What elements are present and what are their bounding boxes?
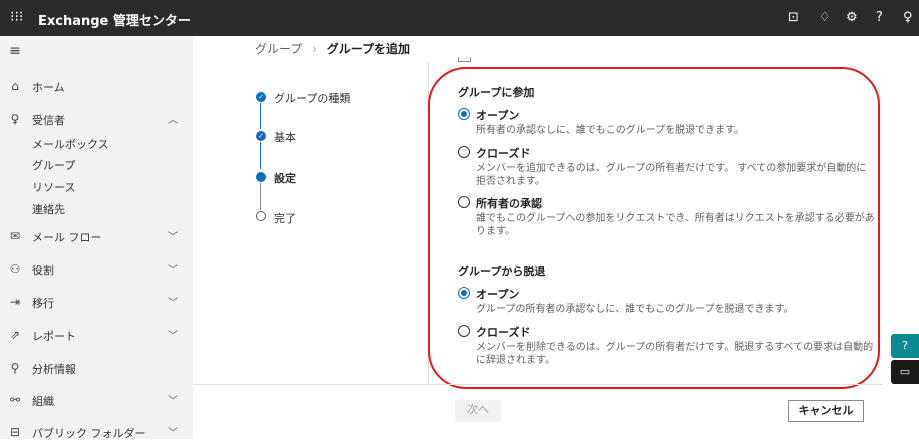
sidebar: ≡ ⌂ ホーム ♀ 受信者 ︿ メールボックス グループ リソース 連絡先 ✉ … [0, 36, 193, 440]
top-bar: ⁝⁝⁝ Exchange 管理センター ⊡ ♢ ⚙ ? ♀ [0, 0, 919, 36]
partial-checkbox[interactable] [458, 57, 471, 62]
sidebar-item-organization[interactable]: ⚯ 組織 ﹀ [0, 386, 193, 414]
settings-icon[interactable]: ⚙ [846, 10, 858, 25]
step-connector [260, 142, 261, 169]
migration-icon: ⇥ [9, 295, 21, 309]
sidebar-subitem-contacts[interactable]: 連絡先 [32, 201, 65, 217]
screen-icon[interactable]: ⊡ [788, 10, 799, 25]
help-icon[interactable]: ? [876, 10, 883, 25]
sidebar-item-label: メール フロー [32, 231, 102, 244]
chevron-down-icon: ﹀ [168, 428, 178, 439]
annotation-highlight [428, 67, 880, 389]
step-label-group-type[interactable]: グループの種類 [274, 90, 350, 106]
next-button[interactable]: 次へ [455, 400, 501, 422]
person-icon: ♀ [10, 112, 20, 126]
hamburger-icon[interactable]: ≡ [8, 43, 22, 59]
help-fab[interactable]: ? [891, 334, 919, 358]
step-current-icon [256, 172, 266, 182]
breadcrumb: グループ › グループを追加 [255, 40, 410, 57]
sidebar-item-label: 受信者 [32, 114, 65, 127]
feedback-fab[interactable]: ▭ [891, 360, 919, 384]
chevron-down-icon: ﹀ [168, 396, 178, 407]
breadcrumb-current: グループを追加 [326, 42, 411, 56]
lightbulb-icon: ⚲ [10, 361, 20, 375]
sidebar-item-reports[interactable]: ⇗ レポート ﹀ [0, 321, 193, 349]
organization-icon: ⚯ [9, 393, 21, 407]
step-connector [260, 103, 261, 129]
nav-toggle[interactable]: ≡ [0, 38, 193, 66]
question-icon: ? [902, 339, 908, 352]
app-title[interactable]: Exchange 管理センター [38, 10, 191, 29]
folder-icon: ⊟ [9, 425, 21, 439]
sidebar-item-home[interactable]: ⌂ ホーム [0, 72, 193, 100]
chevron-up-icon: ︿ [168, 115, 178, 126]
sidebar-item-label: 組織 [32, 395, 54, 408]
feedback-icon: ▭ [899, 365, 911, 378]
sidebar-item-recipients[interactable]: ♀ 受信者 ︿ [0, 105, 193, 133]
step-connector [260, 183, 261, 210]
chevron-down-icon: ﹀ [168, 265, 178, 276]
chart-icon: ⇗ [9, 328, 21, 342]
sidebar-item-label: ホーム [32, 81, 65, 94]
sidebar-item-public-folders[interactable]: ⊟ パブリック フォルダー ﹀ [0, 418, 193, 446]
step-label-finish[interactable]: 完了 [274, 210, 296, 226]
sidebar-item-migration[interactable]: ⇥ 移行 ﹀ [0, 288, 193, 316]
roles-icon: ⚇ [9, 262, 21, 276]
breadcrumb-separator-icon: › [312, 42, 317, 56]
sidebar-subitem-resources[interactable]: リソース [32, 179, 75, 195]
step-complete-icon: ✓ [256, 131, 266, 141]
sidebar-item-insights[interactable]: ⚲ 分析情報 [0, 354, 193, 382]
sidebar-subitem-groups[interactable]: グループ [32, 157, 75, 173]
app-launcher-icon[interactable]: ⁝⁝⁝ [10, 9, 23, 25]
sidebar-item-mail-flow[interactable]: ✉ メール フロー ﹀ [0, 222, 193, 250]
sidebar-item-label: 役割 [32, 264, 54, 277]
step-pending-icon [256, 211, 266, 221]
sidebar-item-label: 分析情報 [32, 363, 76, 376]
home-icon: ⌂ [11, 79, 19, 93]
sidebar-item-label: 移行 [32, 297, 54, 310]
footer-divider [193, 384, 883, 385]
chevron-down-icon: ﹀ [168, 298, 178, 309]
breadcrumb-parent[interactable]: グループ [255, 42, 302, 56]
step-complete-icon: ✓ [256, 92, 266, 102]
chevron-down-icon: ﹀ [168, 232, 178, 243]
sidebar-item-roles[interactable]: ⚇ 役割 ﹀ [0, 255, 193, 283]
cancel-button[interactable]: キャンセル [788, 400, 864, 422]
sidebar-subitem-mailboxes[interactable]: メールボックス [32, 136, 109, 152]
notification-icon[interactable]: ♢ [819, 10, 831, 25]
sidebar-item-label: レポート [32, 330, 76, 343]
mail-icon: ✉ [9, 229, 21, 243]
step-label-basics[interactable]: 基本 [274, 129, 296, 145]
account-icon[interactable]: ♀ [903, 10, 913, 25]
step-label-settings[interactable]: 設定 [274, 170, 296, 186]
chevron-down-icon: ﹀ [168, 331, 178, 342]
